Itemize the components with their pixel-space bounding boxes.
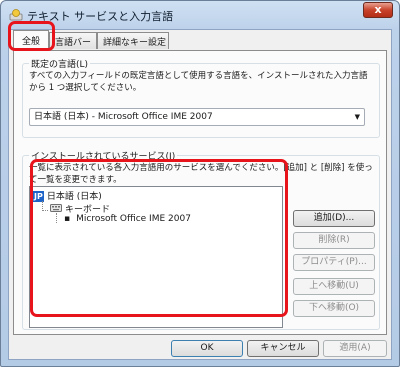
move-down-button-label: 下へ移動(O) [308,303,360,313]
tab-general[interactable]: 全般 [13,30,49,51]
properties-button-label: プロパティ(P)... [301,257,367,267]
bullet-icon: ▪ [64,214,71,224]
installed-services-description: 一覧に表示されている各入力言語用のサービスを選んでください。[追加] と [削除… [29,163,373,185]
dialog-body: 全般 言語バー 詳細なキー設定 既定の言語(L) すべての入力フィールドの既定言… [8,29,392,360]
move-up-button[interactable]: 上へ移動(U) [293,278,375,295]
remove-button-label: 削除(R) [318,235,350,245]
general-tab-panel: 既定の言語(L) すべての入力フィールドの既定言語として使用する言語を、インスト… [13,50,387,335]
tree-node-language-label: 日本語 (日本) [46,192,102,202]
installed-services-tree[interactable]: JP 日本語 (日本) キーボード ▪ Microsoft Office IME… [29,186,283,328]
default-language-group: 既定の言語(L) すべての入力フィールドの既定言語として使用する言語を、インスト… [22,57,380,138]
language-settings-icon [9,9,23,21]
close-button[interactable]: x [363,2,393,18]
tree-connector [56,213,57,223]
dialog-window: テキスト サービスと入力言語 x 全般 言語バー 詳細なキー設定 既定の言語(L… [0,0,400,367]
ok-button[interactable]: OK [171,340,243,357]
remove-button[interactable]: 削除(R) [293,232,375,249]
apply-button-label: 適用(A) [339,343,371,353]
move-down-button[interactable]: 下へ移動(O) [293,300,375,317]
default-language-select[interactable]: 日本語 (日本) - Microsoft Office IME 2007 ▼ [29,108,365,126]
tree-connector [42,210,48,211]
properties-button[interactable]: プロパティ(P)... [293,254,375,271]
add-button[interactable]: 追加(D)... [293,210,375,227]
chevron-down-icon: ▼ [354,113,360,121]
window-title: テキスト サービスと入力言語 [27,10,174,23]
tree-node-language[interactable]: JP 日本語 (日本) [33,189,102,202]
default-language-group-title: 既定の言語(L) [29,57,91,70]
cancel-button-label: キャンセル [260,343,306,353]
apply-button[interactable]: 適用(A) [323,340,387,357]
tab-advanced-key-settings[interactable]: 詳細なキー設定 [97,32,169,49]
installed-services-group-title: インストールされているサービス(I) [29,149,178,162]
installed-services-group: インストールされているサービス(I) 一覧に表示されている各入力言語用のサービス… [22,149,380,330]
cancel-button[interactable]: キャンセル [247,340,319,357]
tab-label: 言語バー [55,38,92,48]
tab-language-bar[interactable]: 言語バー [49,32,97,49]
tab-label: 全般 [21,37,40,47]
ok-button-label: OK [200,343,214,353]
tree-node-ime-service-label: Microsoft Office IME 2007 [76,214,191,224]
close-icon: x [374,3,382,16]
title-bar[interactable]: テキスト サービスと入力言語 x [1,1,399,29]
add-button-label: 追加(D)... [313,213,355,223]
tab-label: 詳細なキー設定 [103,38,167,48]
tree-node-ime-service[interactable]: ▪ Microsoft Office IME 2007 [64,214,191,224]
default-language-value: 日本語 (日本) - Microsoft Office IME 2007 [34,112,213,122]
move-up-button-label: 上へ移動(U) [309,281,359,291]
default-language-description: すべての入力フィールドの既定言語として使用する言語を、インストールされた入力言語… [29,71,368,93]
